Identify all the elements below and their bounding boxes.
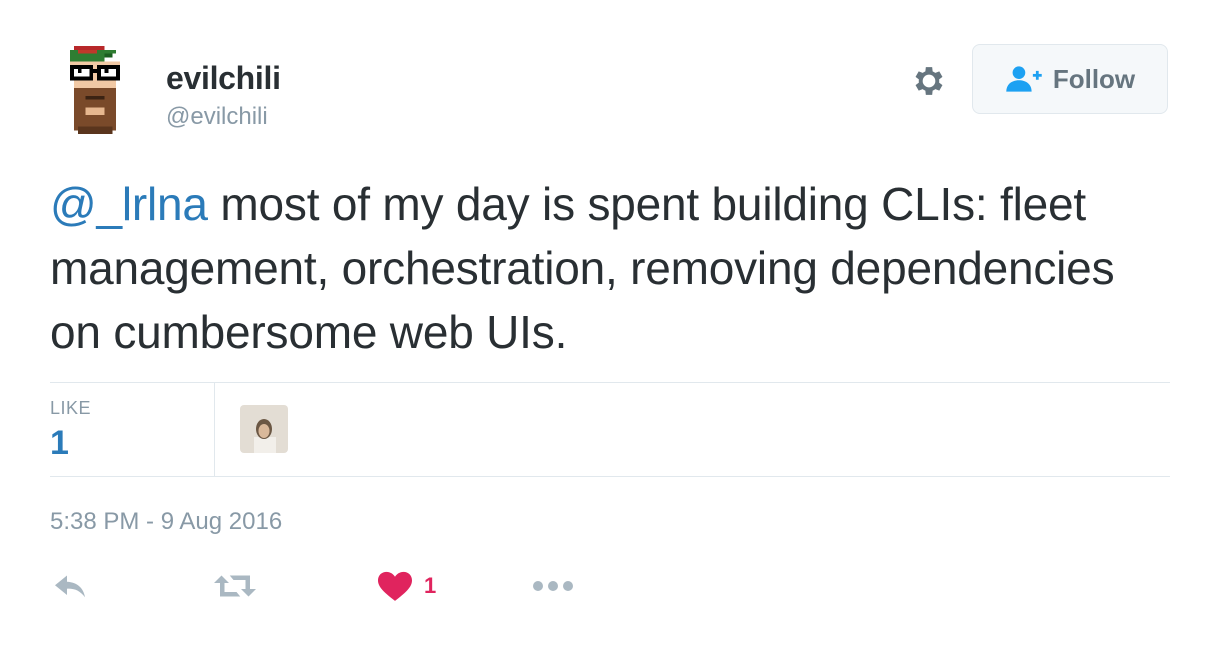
liker-avatar[interactable] <box>240 405 288 453</box>
divider <box>50 476 1170 477</box>
more-icon <box>533 581 573 591</box>
like-button[interactable]: 1 <box>378 566 436 606</box>
display-name[interactable]: evilchili <box>166 60 281 97</box>
retweet-button[interactable] <box>214 566 256 606</box>
tweet-body: most of my day is spent building CLIs: f… <box>50 178 1115 358</box>
stats-divider <box>214 383 215 476</box>
tweet-timestamp[interactable]: 5:38 PM - 9 Aug 2016 <box>50 508 282 536</box>
retweet-icon <box>214 575 256 597</box>
follow-button[interactable]: Follow <box>972 44 1168 114</box>
user-avatar[interactable] <box>66 46 128 138</box>
heart-icon <box>378 571 412 601</box>
follow-button-label: Follow <box>1052 63 1136 94</box>
mention-link[interactable]: @_lrlna <box>50 178 208 230</box>
reply-icon <box>55 575 85 598</box>
divider <box>50 382 1170 383</box>
more-button[interactable] <box>532 566 574 606</box>
likes-count[interactable]: 1 <box>50 424 69 463</box>
like-action-count: 1 <box>424 573 437 598</box>
follow-user-icon <box>1006 66 1042 92</box>
likes-label: LIKE <box>50 398 92 418</box>
reply-button[interactable] <box>52 566 88 606</box>
tweet-text: @_lrlna most of my day is spent building… <box>50 172 1160 364</box>
user-handle[interactable]: @evilchili <box>166 103 268 131</box>
gear-icon[interactable] <box>910 62 948 100</box>
